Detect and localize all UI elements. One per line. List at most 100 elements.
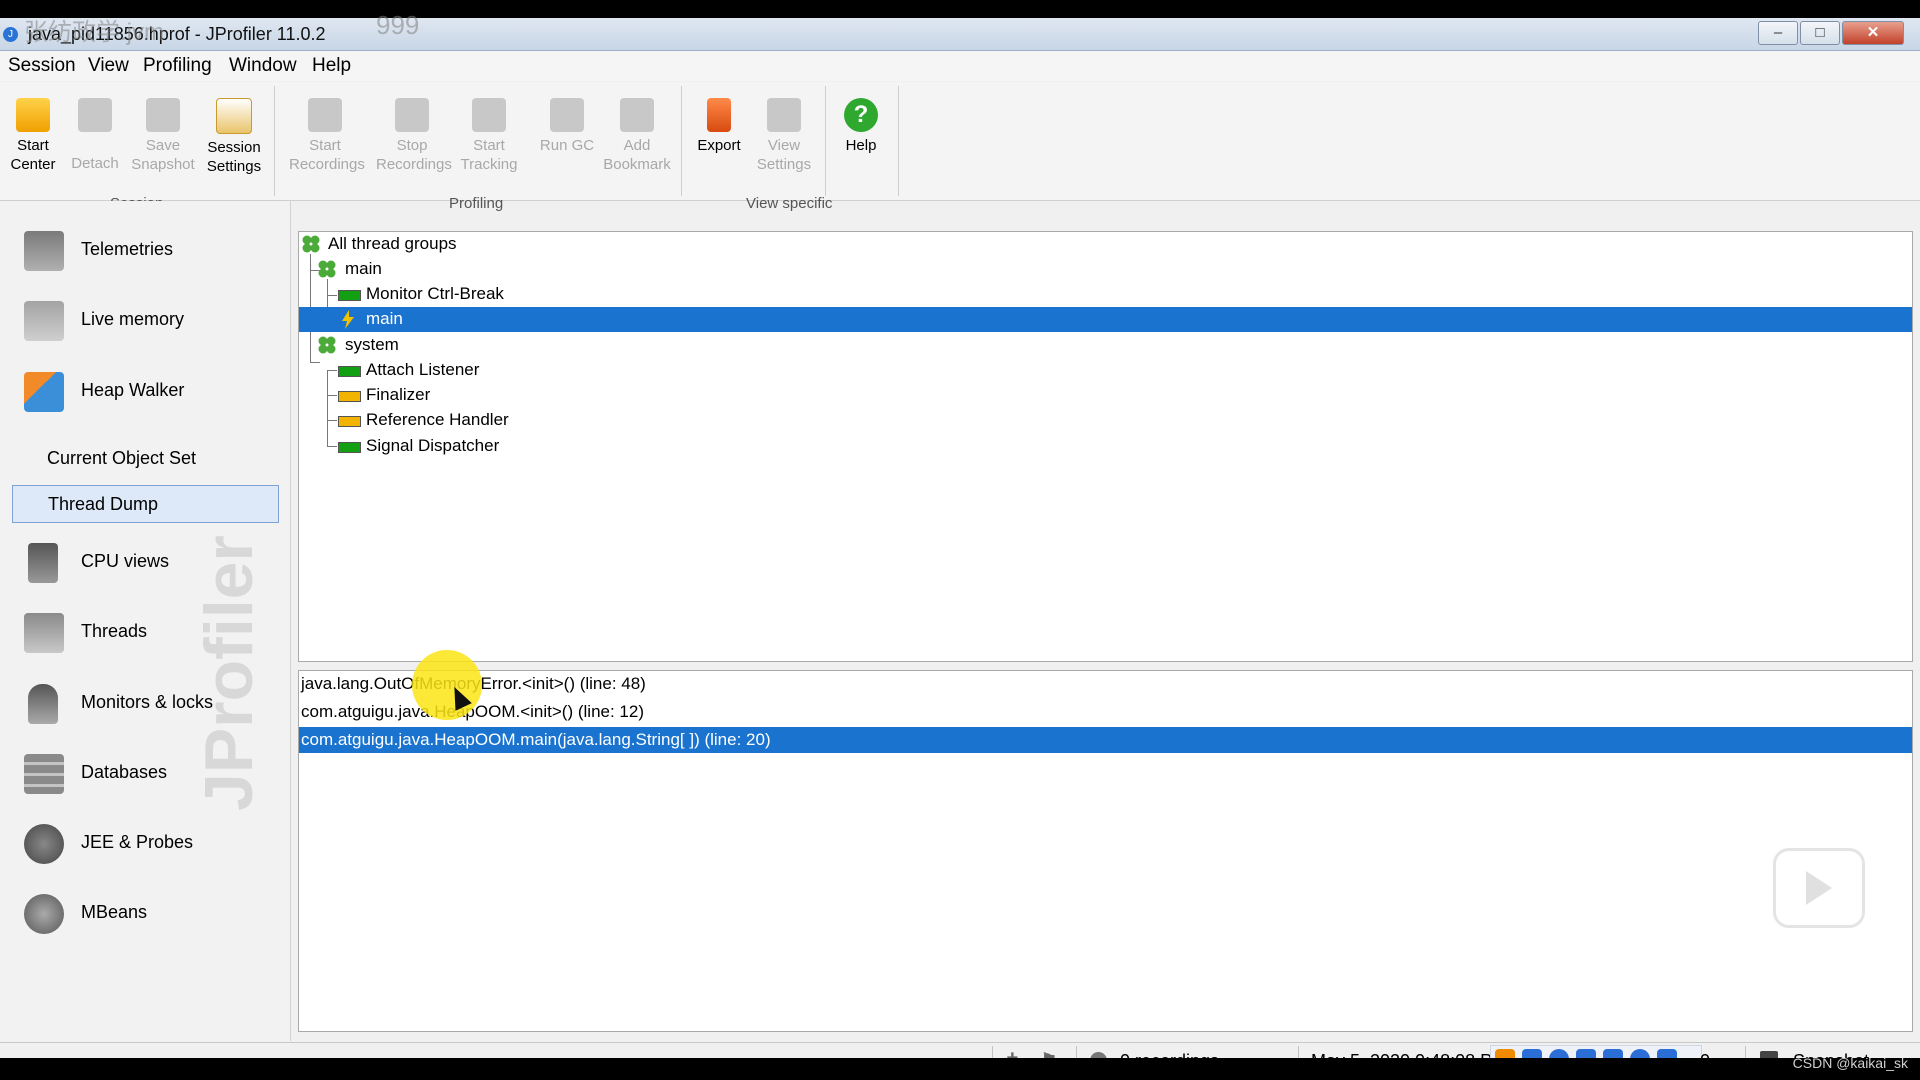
help-icon: ? <box>844 98 878 132</box>
window-controls: – □ ✕ <box>1756 21 1904 45</box>
stack-frame-row[interactable]: com.atguigu.java.HeapOOM.<init>() (line:… <box>299 699 1912 725</box>
live-memory-icon <box>24 301 64 341</box>
start-recordings-label: Start Recordings <box>289 137 365 173</box>
detach-label: Detach <box>71 155 119 172</box>
sidebar-subitem-current-object-set[interactable]: Current Object Set <box>12 440 277 476</box>
thread-group-icon <box>302 235 320 253</box>
tree-row-label: Signal Dispatcher <box>366 436 500 455</box>
tree-row-label: Monitor Ctrl-Break <box>366 284 504 303</box>
start-tracking-icon <box>472 98 506 132</box>
toolbar-separator <box>274 86 275 196</box>
group-view-specific-label: View specific <box>746 195 833 212</box>
tree-row-group-system[interactable]: system <box>299 333 1912 358</box>
start-center-icon <box>16 98 50 132</box>
start-recordings-icon <box>308 98 342 132</box>
csdn-credit: CSDN @kaikai_sk <box>1792 1055 1908 1071</box>
sidebar-item-mbeans[interactable]: MBeans <box>0 886 290 942</box>
heap-walker-icon <box>24 372 64 412</box>
tree-row-all-thread-groups[interactable]: All thread groups <box>299 232 1912 257</box>
add-bookmark-button[interactable]: Add Bookmark <box>601 98 673 174</box>
save-snapshot-label: Save Snapshot <box>131 137 195 173</box>
sidebar-item-label: Heap Walker <box>81 380 185 400</box>
app-window: J java_pid11856.hprof - JProfiler 11.0.2… <box>0 10 1920 1079</box>
export-button[interactable]: Export <box>683 98 755 155</box>
databases-icon <box>24 754 64 794</box>
tree-row-thread-main[interactable]: main <box>299 307 1912 332</box>
start-tracking-button[interactable]: Start Tracking <box>453 98 525 174</box>
toolbar-separator <box>898 86 899 196</box>
run-gc-icon <box>550 98 584 132</box>
thread-group-icon <box>318 260 336 278</box>
threads-icon <box>24 613 64 653</box>
menu-view[interactable]: View <box>88 55 129 77</box>
export-icon <box>707 98 731 132</box>
tree-row-thread-attach-listener[interactable]: Attach Listener <box>299 358 1912 383</box>
menu-profiling[interactable]: Profiling <box>143 55 212 77</box>
stack-frame-row[interactable]: java.lang.OutOfMemoryError.<init>() (lin… <box>299 671 1912 697</box>
tree-row-label: system <box>345 335 399 354</box>
video-play-overlay-button[interactable] <box>1773 848 1865 928</box>
sidebar-item-heap-walker[interactable]: Heap Walker <box>0 364 290 420</box>
run-gc-label: Run GC <box>539 137 595 154</box>
run-gc-button[interactable]: Run GC <box>531 98 603 155</box>
session-settings-label: Session Settings <box>206 139 262 175</box>
sidebar-item-label: CPU views <box>81 551 170 571</box>
thread-group-icon <box>318 336 336 354</box>
tree-row-thread-signal-dispatcher[interactable]: Signal Dispatcher <box>299 434 1912 459</box>
view-settings-button[interactable]: View Settings <box>748 98 820 174</box>
sidebar-subitem-label: Current Object Set <box>47 448 197 468</box>
jprofiler-brand-watermark: JProfiler <box>191 535 267 811</box>
thread-running-icon <box>338 442 361 453</box>
tree-row-label: Reference Handler <box>366 410 509 429</box>
cpu-views-icon <box>28 543 58 583</box>
detach-button[interactable]: Detach <box>59 98 131 173</box>
start-recordings-button[interactable]: Start Recordings <box>289 98 365 174</box>
stop-recordings-icon <box>395 98 429 132</box>
sidebar-item-label: Telemetries <box>81 239 174 259</box>
menu-session[interactable]: Session <box>8 55 76 77</box>
save-snapshot-button[interactable]: Save Snapshot <box>127 98 199 174</box>
maximize-button[interactable]: □ <box>1800 21 1840 45</box>
stack-frame-row-selected[interactable]: com.atguigu.java.HeapOOM.main(java.lang.… <box>299 727 1912 753</box>
tree-row-thread-reference-handler[interactable]: Reference Handler <box>299 408 1912 433</box>
tree-row-label: Attach Listener <box>366 360 480 379</box>
minimize-button[interactable]: – <box>1758 21 1798 45</box>
view-settings-icon <box>767 98 801 132</box>
telemetries-icon <box>24 231 64 271</box>
thread-waiting-icon <box>338 391 361 402</box>
view-settings-label: View Settings <box>756 137 812 173</box>
lightning-icon <box>342 310 354 329</box>
sidebar-item-label: Databases <box>81 762 168 782</box>
sidebar-item-jee-probes[interactable]: JEE & Probes <box>0 816 290 872</box>
jprofiler-app-icon: J <box>3 27 18 42</box>
close-button[interactable]: ✕ <box>1842 21 1904 45</box>
help-button[interactable]: ? Help <box>825 98 897 155</box>
menu-window[interactable]: Window <box>229 55 297 77</box>
view-selector-sidebar: Telemetries Live memory Heap Walker Curr… <box>0 201 291 1041</box>
video-watermark: 张纺政学.jvm <box>24 19 164 46</box>
stop-recordings-button[interactable]: Stop Recordings <box>376 98 452 174</box>
thread-running-icon <box>338 290 361 301</box>
save-snapshot-icon <box>146 98 180 132</box>
add-bookmark-icon <box>620 98 654 132</box>
sidebar-item-label: JEE & Probes <box>81 832 194 852</box>
sidebar-subitem-label: Thread Dump <box>48 494 159 514</box>
thread-waiting-icon <box>338 416 361 427</box>
thread-tree: All thread groups main Monitor Ctrl-Brea… <box>298 231 1913 662</box>
sidebar-item-label: Live memory <box>81 309 185 329</box>
lock-icon <box>28 684 58 724</box>
sidebar-subitem-thread-dump[interactable]: Thread Dump <box>12 485 279 523</box>
menu-help[interactable]: Help <box>312 55 351 77</box>
sidebar-item-telemetries[interactable]: Telemetries <box>0 223 290 279</box>
sidebar-item-live-memory[interactable]: Live memory <box>0 293 290 349</box>
tree-row-label: All thread groups <box>328 234 457 253</box>
title-bar: J java_pid11856.hprof - JProfiler 11.0.2… <box>0 10 1920 51</box>
tree-row-group-main[interactable]: main <box>299 257 1912 282</box>
toolbar: Start Center Detach Save Snapshot Sessio… <box>0 82 1920 212</box>
tree-row-thread-monitor-ctrl-break[interactable]: Monitor Ctrl-Break <box>299 282 1912 307</box>
toolbar-separator <box>681 86 682 196</box>
stack-trace-list: java.lang.OutOfMemoryError.<init>() (lin… <box>298 670 1913 1032</box>
tree-row-label: main <box>345 259 382 278</box>
tree-row-thread-finalizer[interactable]: Finalizer <box>299 383 1912 408</box>
session-settings-button[interactable]: Session Settings <box>198 98 270 176</box>
